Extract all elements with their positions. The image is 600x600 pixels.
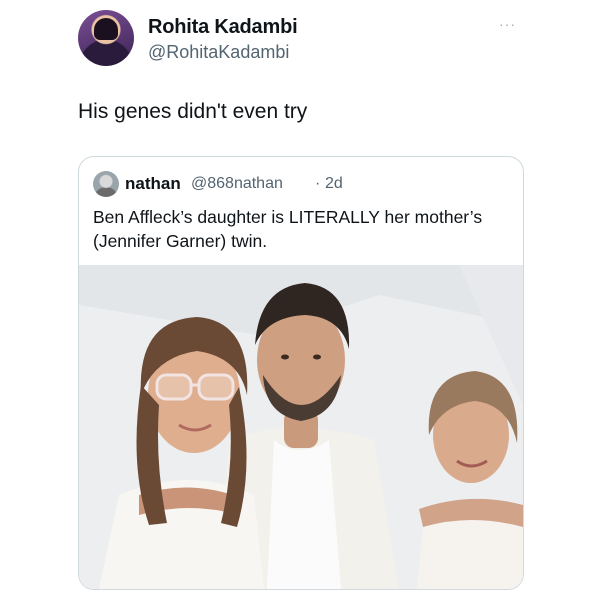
more-horizontal-icon[interactable]: ···	[499, 16, 516, 32]
tweet-text: His genes didn't even try	[78, 100, 308, 123]
tweet-header: Rohita Kadambi @RohitaKadambi ···	[78, 10, 528, 70]
man-shirt	[267, 440, 341, 589]
man-eye-left	[281, 354, 289, 360]
avatar-hair	[94, 18, 118, 40]
quoted-tweet-card[interactable]: nathan @868nathan · 2d Ben Affleck’s dau…	[78, 156, 524, 590]
quoted-author-avatar[interactable]	[93, 171, 119, 197]
author-handle[interactable]: @RohitaKadambi	[148, 42, 289, 63]
author-name[interactable]: Rohita Kadambi	[148, 16, 298, 39]
tweet-screenshot: Rohita Kadambi @RohitaKadambi ··· His ge…	[0, 0, 600, 600]
quoted-tweet-header: nathan @868nathan · 2d	[93, 171, 513, 197]
man-eye-right	[313, 354, 321, 360]
separator-dot: ·	[315, 175, 321, 192]
quoted-tweet-text: Ben Affleck’s daughter is LITERALLY her …	[93, 207, 483, 251]
author-avatar[interactable]	[78, 10, 134, 66]
girl-glasses-left-lens	[155, 373, 193, 401]
quoted-author-name[interactable]: nathan	[125, 174, 181, 194]
photo-illustration	[79, 265, 523, 589]
quoted-author-handle[interactable]: @868nathan	[191, 175, 283, 193]
quoted-tweet-photo[interactable]	[79, 265, 523, 589]
girl-glasses-right-lens	[197, 373, 235, 401]
quoted-tweet-time[interactable]: 2d	[325, 175, 343, 193]
